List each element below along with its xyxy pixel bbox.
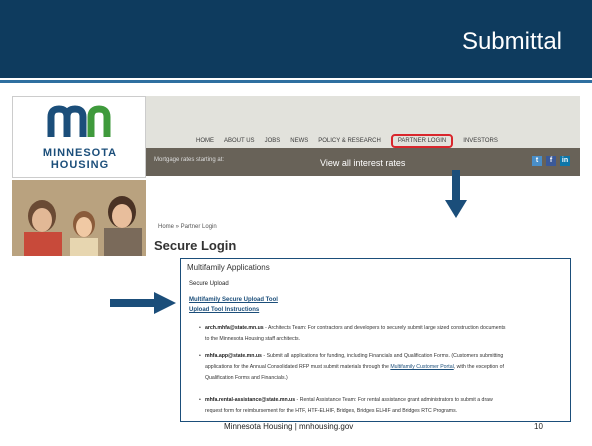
title-rule	[0, 80, 592, 83]
rates-bar: Mortgage rates starting at: View all int…	[146, 148, 580, 176]
multifamily-panel: Multifamily Applications Secure Upload M…	[180, 258, 571, 422]
list-item: • mhfa.app@state.mn.us - Submit all appl…	[199, 351, 559, 384]
item-text: Qualification Forms and Financials.)	[205, 375, 288, 381]
site-nav: HOME ABOUT US JOBS NEWS POLICY & RESEARC…	[196, 134, 498, 148]
item-text: - Submit all applications for funding, i…	[261, 353, 504, 359]
slide-title-bar: Submittal	[0, 0, 592, 78]
twitter-icon[interactable]: t	[532, 156, 542, 166]
family-photo	[12, 180, 146, 256]
linkedin-icon[interactable]: in	[560, 156, 570, 166]
nav-home[interactable]: HOME	[196, 138, 214, 148]
page-number: 10	[534, 422, 543, 431]
nav-partner-login[interactable]: PARTNER LOGIN	[390, 134, 454, 148]
rates-label: Mortgage rates starting at:	[154, 157, 225, 163]
nav-about-us[interactable]: ABOUT US	[224, 138, 255, 148]
item-email[interactable]: mhfa.app@state.mn.us	[205, 353, 262, 359]
page-heading: Secure Login	[154, 238, 237, 253]
item-email[interactable]: mhfa.rental-assistance@state.mn.us	[205, 397, 295, 403]
mn-logo-icon	[47, 105, 111, 137]
item-text: request form for reimbursement for the H…	[205, 408, 458, 414]
list-item: • arch.mhfa@state.mn.us - Architects Tea…	[199, 323, 559, 345]
secure-upload-link[interactable]: Multifamily Secure Upload Tool	[189, 297, 278, 303]
slide-footer: Minnesota Housing | mnhousing.gov 10	[0, 416, 592, 436]
arrow-right-icon	[110, 292, 176, 314]
social-icons: t f in	[532, 156, 570, 166]
footer-text: Minnesota Housing | mnhousing.gov	[224, 422, 354, 431]
website-screenshot: MINNESOTA HOUSING HOME ABOUT US JOBS NEW…	[12, 96, 580, 256]
upload-instructions-link[interactable]: Upload Tool Instructions	[189, 307, 259, 313]
logo-text-line1: MINNESOTA	[42, 147, 118, 159]
item-text: applications for the Annual Consolidated…	[205, 364, 391, 370]
site-logo[interactable]: MINNESOTA HOUSING	[12, 96, 146, 178]
item-text: , with the exception of	[453, 364, 504, 370]
bullet-icon: •	[199, 325, 201, 331]
customer-portal-link[interactable]: Multifamily Customer Portal	[390, 364, 453, 370]
item-text: to the Minnesota Housing staff architect…	[205, 336, 301, 342]
item-text: - Rental Assistance Team: For rental ass…	[295, 397, 493, 403]
bullet-icon: •	[199, 353, 201, 359]
bullet-icon: •	[199, 397, 201, 403]
panel-subheading: Secure Upload	[189, 281, 229, 287]
item-email[interactable]: arch.mhfa@state.mn.us	[205, 325, 264, 331]
list-item: • mhfa.rental-assistance@state.mn.us - R…	[199, 395, 559, 417]
nav-jobs[interactable]: JOBS	[265, 138, 281, 148]
facebook-icon[interactable]: f	[546, 156, 556, 166]
nav-investors[interactable]: INVESTORS	[463, 138, 498, 148]
logo-text-line2: HOUSING	[50, 159, 110, 171]
slide-title: Submittal	[461, 28, 562, 55]
breadcrumb[interactable]: Home » Partner Login	[158, 224, 217, 230]
nav-policy-research[interactable]: POLICY & RESEARCH	[318, 138, 381, 148]
arrow-down-icon	[445, 170, 467, 218]
item-text: - Architects Team: For contractors and d…	[263, 325, 506, 331]
panel-heading: Multifamily Applications	[187, 263, 270, 272]
rates-link[interactable]: View all interest rates	[320, 158, 405, 168]
site-nav-band: HOME ABOUT US JOBS NEWS POLICY & RESEARC…	[146, 96, 580, 148]
nav-news[interactable]: NEWS	[290, 138, 308, 148]
